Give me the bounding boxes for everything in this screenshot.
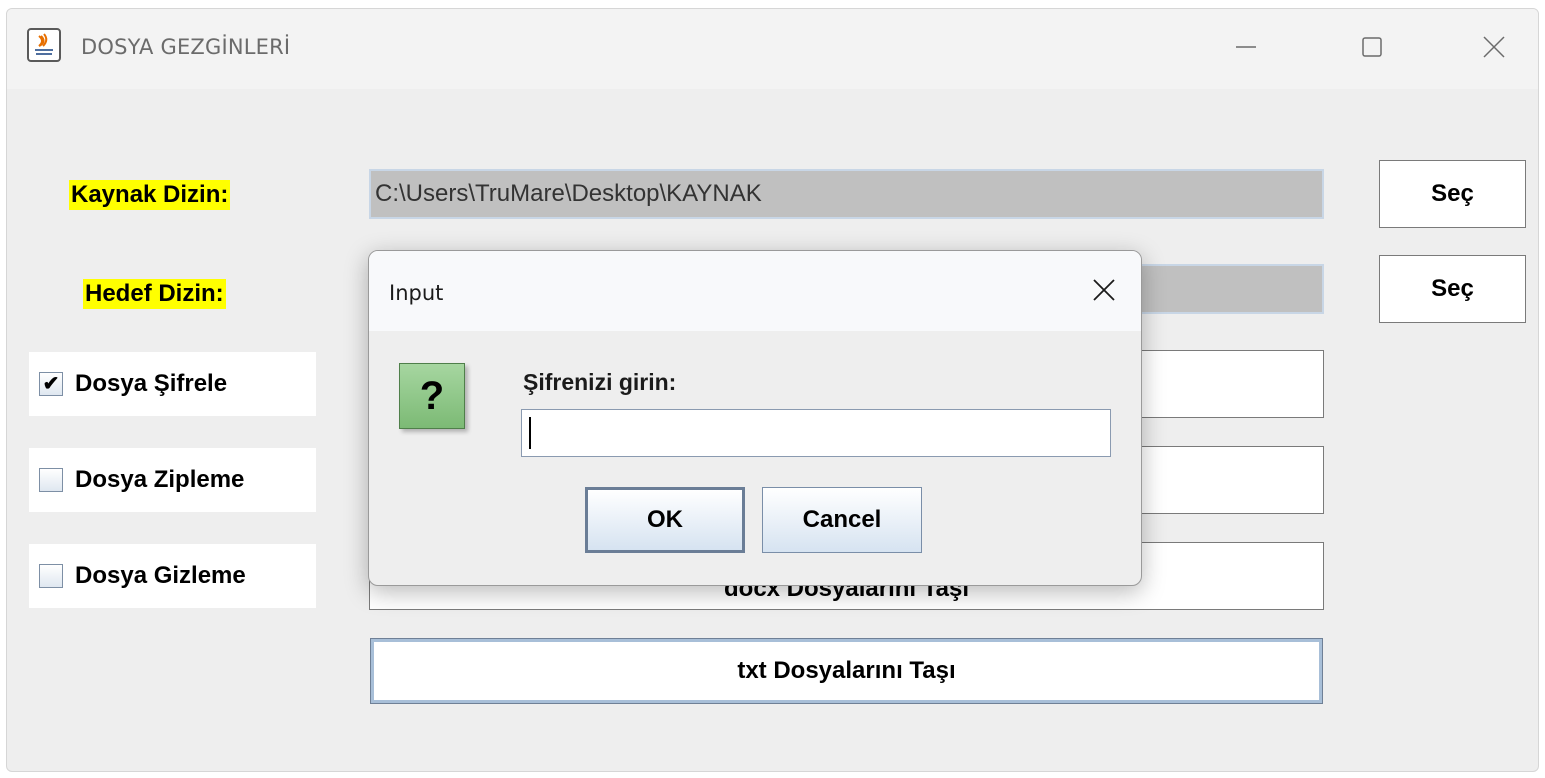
text-caret: [529, 417, 531, 449]
encrypt-checkbox[interactable]: ✔: [39, 372, 63, 396]
target-dir-label: Hedef Dizin:: [83, 279, 226, 309]
dialog-title: Input: [389, 281, 444, 305]
maximize-button[interactable]: [1347, 27, 1397, 67]
ok-button[interactable]: OK: [585, 487, 745, 553]
source-select-button[interactable]: Seç: [1379, 160, 1526, 228]
zip-label: Dosya Zipleme: [75, 466, 245, 493]
close-button[interactable]: [1469, 27, 1519, 67]
password-prompt-label: Şifrenizi girin:: [523, 369, 677, 395]
password-input[interactable]: [521, 409, 1111, 457]
hide-checkbox[interactable]: [39, 564, 63, 588]
hide-label: Dosya Gizleme: [75, 562, 246, 589]
maximize-icon: [1362, 37, 1382, 57]
target-select-button[interactable]: Seç: [1379, 255, 1526, 323]
encrypt-label: Dosya Şifrele: [75, 370, 228, 397]
input-dialog: Input ? Şifrenizi girin: OK Cancel: [368, 250, 1142, 586]
dialog-close-button[interactable]: [1087, 273, 1121, 307]
option-hide[interactable]: Dosya Gizleme: [29, 544, 316, 608]
source-dir-label: Kaynak Dizin:: [69, 180, 231, 210]
minimize-button[interactable]: [1221, 27, 1271, 67]
option-encrypt[interactable]: ✔ Dosya Şifrele: [29, 352, 316, 416]
source-dir-field[interactable]: C:\Users\TruMare\Desktop\KAYNAK: [369, 169, 1324, 219]
java-app-icon: [27, 28, 61, 62]
zip-checkbox[interactable]: [39, 468, 63, 492]
dialog-title-bar[interactable]: Input: [369, 251, 1141, 331]
question-icon: ?: [399, 363, 465, 429]
title-bar[interactable]: DOSYA GEZGİNLERİ: [7, 9, 1538, 89]
move-txt-button[interactable]: txt Dosyalarını Taşı: [370, 638, 1323, 704]
close-icon: [1483, 36, 1505, 58]
cancel-button[interactable]: Cancel: [762, 487, 922, 553]
minimize-icon: [1236, 46, 1256, 48]
option-zip[interactable]: Dosya Zipleme: [29, 448, 316, 512]
close-icon: [1093, 279, 1115, 301]
window-title: DOSYA GEZGİNLERİ: [81, 35, 291, 59]
